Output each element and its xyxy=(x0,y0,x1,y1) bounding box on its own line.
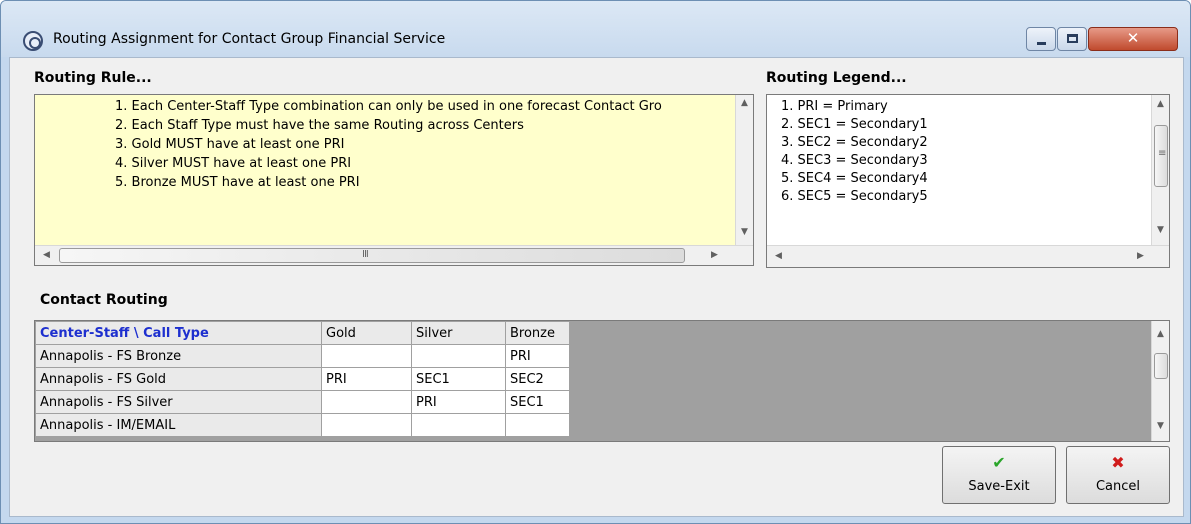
legend-item: 6. SEC5 = Secondary5 xyxy=(781,189,928,204)
scroll-grip: III xyxy=(362,249,369,260)
column-header-gold[interactable]: Gold xyxy=(321,321,412,345)
legend-horizontal-scrollbar[interactable]: ◀ ▶ xyxy=(767,245,1169,267)
close-button[interactable]: ✕ xyxy=(1088,27,1178,51)
row-header[interactable]: Annapolis - IM/EMAIL xyxy=(35,413,322,437)
routing-legend-label: Routing Legend... xyxy=(766,70,907,86)
grid-cell[interactable]: PRI xyxy=(321,367,412,391)
table-row: Annapolis - FS Silver PRI SEC1 xyxy=(35,390,570,414)
column-header-bronze[interactable]: Bronze xyxy=(505,321,570,345)
rule-vertical-scrollbar[interactable]: ▲ ▼ xyxy=(735,95,753,245)
legend-item: 4. SEC3 = Secondary3 xyxy=(781,153,928,168)
maximize-icon xyxy=(1067,34,1078,43)
grid-cell[interactable]: PRI xyxy=(505,344,570,368)
routing-assignment-window: Routing Assignment for Contact Group Fin… xyxy=(0,0,1191,524)
close-icon: ✕ xyxy=(1126,29,1140,47)
routing-rule-item: 1. Each Center-Staff Type combination ca… xyxy=(115,99,662,114)
scroll-up-arrow-icon[interactable]: ▲ xyxy=(1157,329,1164,339)
grid-cell[interactable] xyxy=(321,413,412,437)
table-row: Annapolis - IM/EMAIL xyxy=(35,413,570,437)
grid-vertical-scrollbar[interactable]: ▲ ▼ xyxy=(1151,321,1169,441)
maximize-button[interactable] xyxy=(1057,27,1087,51)
scroll-down-arrow-icon[interactable]: ▼ xyxy=(1157,225,1164,235)
routing-rule-item: 2. Each Staff Type must have the same Ro… xyxy=(115,118,524,133)
scroll-right-arrow-icon[interactable]: ▶ xyxy=(711,250,718,260)
legend-item: 2. SEC1 = Secondary1 xyxy=(781,117,928,132)
cancel-label: Cancel xyxy=(1095,479,1141,494)
scroll-right-arrow-icon[interactable]: ▶ xyxy=(1137,251,1144,261)
scroll-up-arrow-icon[interactable]: ▲ xyxy=(1157,99,1164,109)
routing-rule-item: 4. Silver MUST have at least one PRI xyxy=(115,156,352,171)
routing-rule-item: 5. Bronze MUST have at least one PRI xyxy=(115,175,360,190)
row-header[interactable]: Annapolis - FS Silver xyxy=(35,390,322,414)
scroll-down-arrow-icon[interactable]: ▼ xyxy=(1157,421,1164,431)
contact-routing-grid[interactable]: Center-Staff \ Call Type Gold Silver Bro… xyxy=(34,320,1170,442)
row-header[interactable]: Annapolis - FS Bronze xyxy=(35,344,322,368)
rule-hscroll-thumb[interactable]: III xyxy=(59,248,685,263)
routing-table: Center-Staff \ Call Type Gold Silver Bro… xyxy=(35,321,570,437)
title-bar[interactable]: Routing Assignment for Contact Group Fin… xyxy=(1,1,1190,57)
grid-cell[interactable] xyxy=(505,413,570,437)
legend-vertical-scrollbar[interactable]: ▲ ≡ ▼ xyxy=(1151,95,1169,245)
row-header[interactable]: Annapolis - FS Gold xyxy=(35,367,322,391)
legend-item: 1. PRI = Primary xyxy=(781,99,888,114)
table-header-row: Center-Staff \ Call Type Gold Silver Bro… xyxy=(35,321,570,345)
legend-item: 3. SEC2 = Secondary2 xyxy=(781,135,928,150)
dialog-body: Routing Rule... 1. Each Center-Staff Typ… xyxy=(9,57,1184,517)
grid-cell[interactable] xyxy=(321,390,412,414)
grid-cell[interactable]: SEC2 xyxy=(505,367,570,391)
column-header-center-staff[interactable]: Center-Staff \ Call Type xyxy=(35,321,322,345)
routing-rule-textbox[interactable]: 1. Each Center-Staff Type combination ca… xyxy=(34,94,754,266)
contact-routing-label: Contact Routing xyxy=(40,292,168,308)
legend-item: 5. SEC4 = Secondary4 xyxy=(781,171,928,186)
scroll-left-arrow-icon[interactable]: ◀ xyxy=(775,251,782,261)
legend-vscroll-thumb[interactable]: ≡ xyxy=(1154,125,1168,187)
routing-rule-label: Routing Rule... xyxy=(34,70,152,86)
minimize-button[interactable] xyxy=(1026,27,1056,51)
scroll-down-arrow-icon[interactable]: ▼ xyxy=(741,227,748,237)
routing-legend-textbox[interactable]: 1. PRI = Primary 2. SEC1 = Secondary1 3.… xyxy=(766,94,1170,268)
column-header-silver[interactable]: Silver xyxy=(411,321,506,345)
scroll-left-arrow-icon[interactable]: ◀ xyxy=(43,250,50,260)
rule-horizontal-scrollbar[interactable]: ◀ III ▶ xyxy=(35,245,753,265)
grid-cell[interactable]: PRI xyxy=(411,390,506,414)
window-controls: ✕ xyxy=(1026,27,1180,51)
save-exit-label: Save-Exit xyxy=(968,479,1030,494)
table-row: Annapolis - FS Bronze PRI xyxy=(35,344,570,368)
cancel-x-icon: ✖ xyxy=(1111,453,1125,472)
save-exit-button[interactable]: ✔ Save-Exit xyxy=(942,446,1056,504)
grid-cell[interactable]: SEC1 xyxy=(411,367,506,391)
window-title: Routing Assignment for Contact Group Fin… xyxy=(53,31,446,47)
grid-cell[interactable]: SEC1 xyxy=(505,390,570,414)
grid-cell[interactable] xyxy=(411,413,506,437)
table-row: Annapolis - FS Gold PRI SEC1 SEC2 xyxy=(35,367,570,391)
checkmark-icon: ✔ xyxy=(992,453,1006,472)
scroll-up-arrow-icon[interactable]: ▲ xyxy=(741,98,748,108)
app-gear-icon xyxy=(23,31,43,51)
grid-vscroll-thumb[interactable] xyxy=(1154,353,1168,379)
grid-cell[interactable] xyxy=(321,344,412,368)
grid-cell[interactable] xyxy=(411,344,506,368)
routing-rule-item: 3. Gold MUST have at least one PRI xyxy=(115,137,345,152)
minimize-icon xyxy=(1037,42,1046,45)
scroll-grip-icon: ≡ xyxy=(1158,148,1166,159)
cancel-button[interactable]: ✖ Cancel xyxy=(1066,446,1170,504)
